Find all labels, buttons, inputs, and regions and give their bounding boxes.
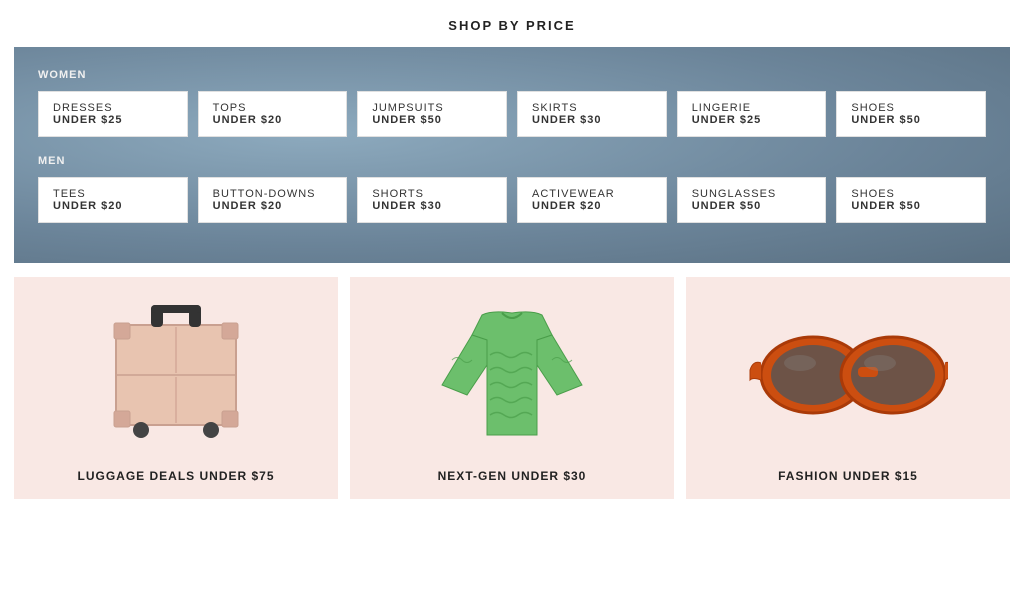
sunglasses-image [748, 295, 948, 455]
sunglasses-label: FASHION UNDER $15 [778, 469, 918, 483]
men-price-card-2[interactable]: SHORTSUNDER $30 [357, 177, 507, 223]
page-title: SHOP BY PRICE [0, 0, 1024, 47]
sunglasses-tile[interactable]: FASHION UNDER $15 [686, 277, 1010, 499]
luggage-label: LUGGAGE DEALS UNDER $75 [77, 469, 274, 483]
women-section: WOMEN DRESSESUNDER $25TOPSUNDER $20JUMPS… [38, 69, 986, 137]
shirt-label: NEXT-GEN UNDER $30 [438, 469, 587, 483]
women-label: WOMEN [38, 69, 986, 81]
shirt-tile[interactable]: NEXT-GEN UNDER $30 [350, 277, 674, 499]
men-price-card-0[interactable]: TEESUNDER $20 [38, 177, 188, 223]
men-price-card-5[interactable]: SHOESUNDER $50 [836, 177, 986, 223]
luggage-tile[interactable]: LUGGAGE DEALS UNDER $75 [14, 277, 338, 499]
shirt-image [412, 295, 612, 455]
men-section: MEN TEESUNDER $20BUTTON-DOWNSUNDER $20SH… [38, 155, 986, 223]
men-cards-row: TEESUNDER $20BUTTON-DOWNSUNDER $20SHORTS… [38, 177, 986, 223]
women-price-card-2[interactable]: JUMPSUITSUNDER $50 [357, 91, 507, 137]
shop-by-price-section: WOMEN DRESSESUNDER $25TOPSUNDER $20JUMPS… [14, 47, 1010, 263]
women-cards-row: DRESSESUNDER $25TOPSUNDER $20JUMPSUITSUN… [38, 91, 986, 137]
luggage-image [76, 295, 276, 455]
men-price-card-3[interactable]: ACTIVEWEARUNDER $20 [517, 177, 667, 223]
women-price-card-5[interactable]: SHOESUNDER $50 [836, 91, 986, 137]
product-tiles: LUGGAGE DEALS UNDER $75 [14, 277, 1010, 499]
men-price-card-4[interactable]: SUNGLASSESUNDER $50 [677, 177, 827, 223]
women-price-card-4[interactable]: LINGERIEUNDER $25 [677, 91, 827, 137]
women-price-card-3[interactable]: SKIRTSUNDER $30 [517, 91, 667, 137]
women-price-card-0[interactable]: DRESSESUNDER $25 [38, 91, 188, 137]
men-price-card-1[interactable]: BUTTON-DOWNSUNDER $20 [198, 177, 348, 223]
men-label: MEN [38, 155, 986, 167]
women-price-card-1[interactable]: TOPSUNDER $20 [198, 91, 348, 137]
